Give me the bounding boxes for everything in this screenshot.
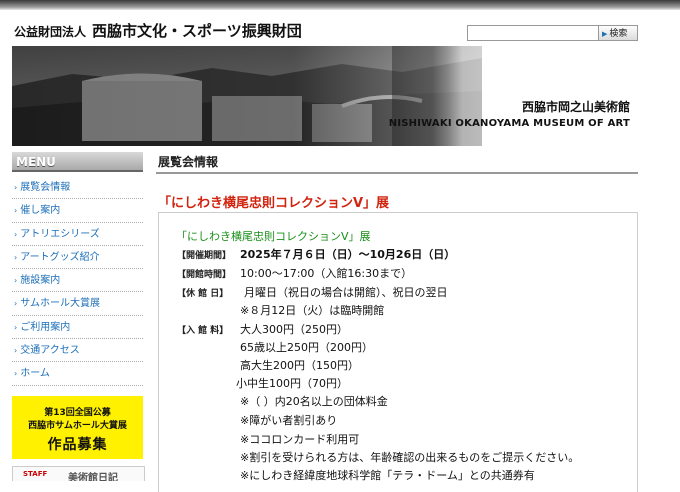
sidebar-menu: › 展覧会情報 › 催し案内 › アトリエシリーズ › アートグッズ紹介 › 施設案内 ›… xyxy=(12,176,143,386)
fee-label: 【入 館 料】 xyxy=(177,326,229,336)
closed-note: ※８月12日（火）は臨時開館 xyxy=(240,304,385,317)
sidebar-item-label: 施設案内 xyxy=(20,275,61,287)
chevron-right-icon: › xyxy=(14,229,18,239)
sidebar-item-label: アトリエシリーズ xyxy=(20,228,100,240)
sidebar-item-usage-guide[interactable]: › ご利用案内 xyxy=(12,316,143,340)
chevron-right-icon: › xyxy=(14,183,18,192)
sidebar-item-thumbhole-award[interactable]: › サムホール大賞展 xyxy=(12,292,143,316)
fee-student-junior: 小中生100円（70円） xyxy=(236,377,348,390)
sidebar-item-label: サムホール大賞展 xyxy=(20,298,101,310)
top-gradient-bar xyxy=(0,0,680,10)
museum-name-en: NISHIWAKI OKANOYAMA MUSEUM OF ART xyxy=(388,118,630,129)
note-cocolon-card: ※ココロンカード利用可 xyxy=(240,433,360,446)
page-title: 展覧会情報 xyxy=(156,152,638,174)
sidebar-item-label: アートグッズ紹介 xyxy=(20,251,100,263)
closed-value: 月曜日（祝日の場合は開館）、祝日の翌日 xyxy=(244,286,448,299)
org-prefix: 公益財団法人 xyxy=(14,25,87,39)
org-title: 西脇市文化・スポーツ振興財団 xyxy=(92,22,302,40)
promo-banner[interactable]: 第13回全国公募 西脇市サムホール大賞展 作品募集 xyxy=(12,396,143,459)
search-button-label: 検索 xyxy=(609,29,628,39)
museum-name-jp: 西脇市岡之山美術館 xyxy=(521,100,630,114)
search-arrow-icon: ▶ xyxy=(602,30,608,38)
closed-label: 【休 館 日】 xyxy=(177,289,229,299)
note-disability: ※障がい者割引あり xyxy=(240,414,338,427)
sidebar-item-atelier-series[interactable]: › アトリエシリーズ xyxy=(12,223,143,246)
note-group: ※（ ）内20名以上の団体料金 xyxy=(240,395,388,408)
chevron-right-icon: › xyxy=(14,369,18,379)
sidebar-item-label: 展覧会情報 xyxy=(20,182,71,193)
staff-diary-label: 美術館日記 xyxy=(68,473,118,481)
banner-photo xyxy=(12,46,638,146)
menu-title: MENU xyxy=(12,152,143,172)
note-combo-ticket: ※にしわき経緯度地球科学館「テラ・ドーム」との共通券有 xyxy=(240,469,535,482)
sidebar-item-access[interactable]: › 交通アクセス xyxy=(12,339,143,363)
staff-tag: STAFF xyxy=(23,470,48,478)
fee-senior: 65歳以上250円（200円） xyxy=(240,341,373,354)
search-input[interactable] xyxy=(467,25,599,41)
sidebar-item-label: ご利用案内 xyxy=(20,321,71,333)
promo-line-1: 第13回全国公募 xyxy=(44,408,111,418)
header-banner: 西脇市岡之山美術館 NISHIWAKI OKANOYAMA MUSEUM OF … xyxy=(12,46,638,146)
period-value: 2025年７月６日（日）〜10月26日（日） xyxy=(240,248,456,261)
promo-line-2: 西脇市サムホール大賞展 xyxy=(28,421,127,431)
sidebar-item-home[interactable]: › ホーム xyxy=(12,362,143,386)
hours-value: 10:00〜17:00（入館16:30まで） xyxy=(240,267,413,280)
sidebar-item-label: ホーム xyxy=(20,368,50,380)
hours-label: 【開館時間】 xyxy=(177,270,232,280)
sidebar-item-facilities[interactable]: › 施設案内 xyxy=(12,269,143,293)
chevron-right-icon: › xyxy=(14,206,18,216)
search-button[interactable]: ▶ 検索 xyxy=(598,25,638,41)
exhibition-title: 「にしわき横尾忠則コレクションV」展 xyxy=(158,196,390,211)
staff-diary-banner[interactable]: STAFF 美術館日記 xyxy=(12,466,145,481)
chevron-right-icon: › xyxy=(14,346,18,356)
chevron-right-icon: › xyxy=(14,276,18,286)
note-age-check: ※割引を受けられる方は、年齢確認の出来るものをご提示ください。 xyxy=(240,451,580,464)
sidebar-item-label: 催し案内 xyxy=(20,205,61,217)
chevron-right-icon: › xyxy=(14,299,18,309)
sidebar-item-events[interactable]: › 催し案内 xyxy=(12,199,143,223)
promo-line-3: 作品募集 xyxy=(47,437,108,453)
sidebar-item-exhibitions[interactable]: › 展覧会情報 xyxy=(12,176,143,200)
fee-adult: 大人300円（250円） xyxy=(240,323,348,336)
chevron-right-icon: › xyxy=(14,322,18,332)
chevron-right-icon: › xyxy=(14,252,18,262)
fee-student-high: 高大生200円（150円） xyxy=(240,359,359,372)
org-name[interactable]: 公益財団法人 西脇市文化・スポーツ振興財団 xyxy=(14,20,302,41)
sidebar-item-art-goods[interactable]: › アートグッズ紹介 xyxy=(12,246,143,270)
box-title: 「にしわき横尾忠則コレクションV」展 xyxy=(176,230,371,243)
period-label: 【開催期間】 xyxy=(177,251,232,261)
sidebar-item-label: 交通アクセス xyxy=(20,345,80,357)
